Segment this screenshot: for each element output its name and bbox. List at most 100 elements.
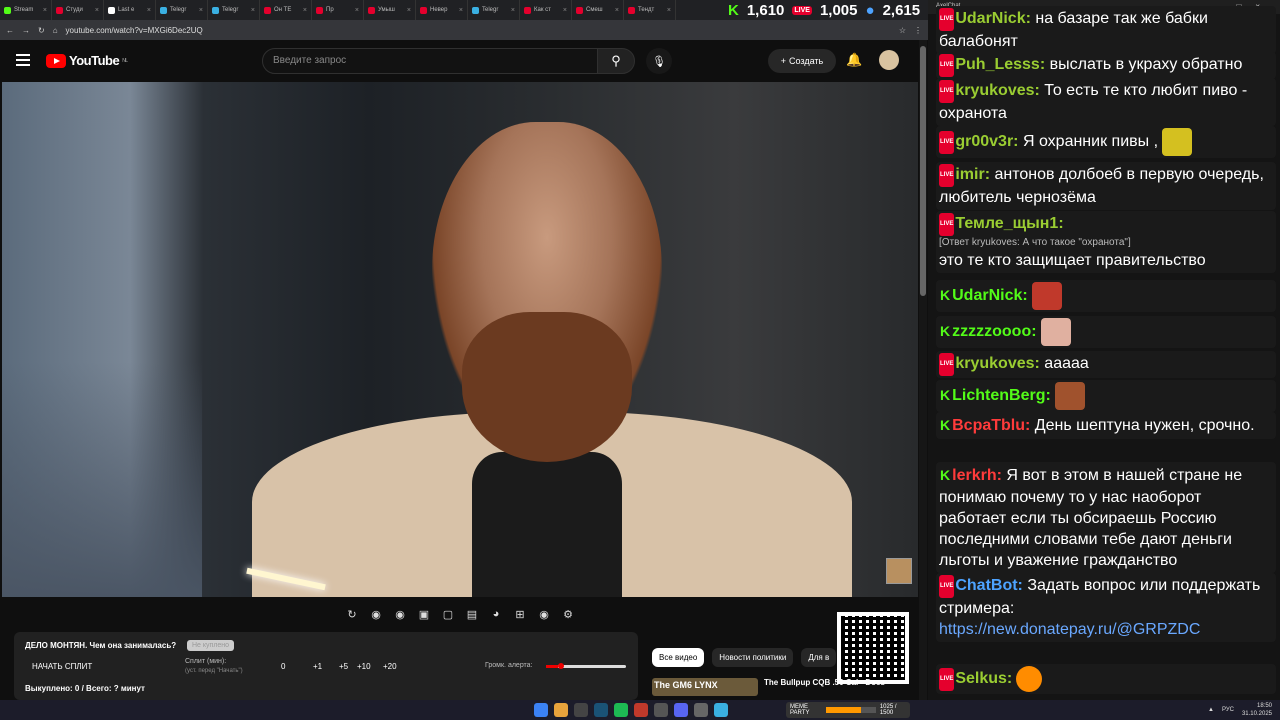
start-split-button[interactable]: НАЧАТЬ СПЛИТ [32,662,92,671]
browser-tab[interactable]: Невер × [416,0,468,20]
browser-tab[interactable]: Telegr × [208,0,260,20]
video-thumbnail[interactable]: The GM6 LYNX [652,678,758,696]
star-icon[interactable]: ☆ [899,26,906,35]
video-player[interactable] [2,82,918,597]
close-icon[interactable]: × [43,7,47,14]
chat-nick[interactable]: ChatBot: [955,577,1023,594]
url-text[interactable]: youtube.com/watch?v=MXGi6Dec2UQ [66,26,891,35]
chrome-icon[interactable] [554,703,568,717]
chat-nick[interactable]: ВсраТblu: [952,417,1030,434]
browser-tab[interactable]: Смеш × [572,0,624,20]
telegram-icon[interactable] [714,703,728,717]
lang-indicator[interactable]: РУС [1222,707,1234,713]
search-input[interactable]: Введите запрос [262,48,598,74]
channel-watermark[interactable] [886,558,912,584]
close-icon[interactable]: × [147,7,151,14]
picture-icon[interactable]: ▢ [440,608,456,621]
chat-nick[interactable]: zzzzzoooo: [952,323,1036,340]
browser-tab[interactable]: Тендт × [624,0,676,20]
chat-nick[interactable]: UdarNick: [952,287,1028,304]
page-scrollbar[interactable] [919,40,927,700]
chip-politics[interactable]: Новости политики [712,648,794,667]
create-button[interactable]: + Создать [768,49,836,73]
back-icon[interactable]: ← [6,26,14,35]
browser-tab[interactable]: Умыш × [364,0,416,20]
chip-for-you[interactable]: Для в [801,648,837,667]
close-icon[interactable]: × [459,7,463,14]
clapper-icon[interactable]: ▣ [416,608,432,621]
live-badge: LIVE [792,5,812,15]
bell-icon[interactable]: 🔔 [846,52,862,68]
increment-1-button[interactable]: +1 [313,662,322,671]
voice-search-button[interactable]: 🎙 [646,48,672,74]
browser-tab[interactable]: Last e × [104,0,156,20]
browser-tab[interactable]: Telegr × [156,0,208,20]
windows-start-icon[interactable] [534,703,548,717]
menu-icon[interactable] [16,54,30,66]
scrollbar-thumb[interactable] [920,46,926,296]
chat-nick[interactable]: lerkrh: [952,467,1002,484]
close-icon[interactable]: × [303,7,307,14]
address-bar[interactable]: ← → ↻ ⌂ youtube.com/watch?v=MXGi6Dec2UQ … [0,20,928,40]
steam-icon[interactable] [594,703,608,717]
browser-tab[interactable]: Как ст × [520,0,572,20]
increment-5-button[interactable]: +5 [339,662,348,671]
chat-nick[interactable]: kryukoves: [955,82,1040,99]
app2-icon[interactable] [654,703,668,717]
close-icon[interactable]: × [95,7,99,14]
chat-nick[interactable]: imir: [955,166,990,183]
close-icon[interactable]: × [355,7,359,14]
chat-nick[interactable]: Selkus: [955,670,1012,687]
volume-knob[interactable] [558,663,564,669]
video-title[interactable]: The Bullpup CQB .50 Cal - Does [764,678,885,698]
close-icon[interactable]: × [511,7,515,14]
increment-10-button[interactable]: +10 [357,662,371,671]
donate-link[interactable]: https://new.donatepay.ru/@GRPZDC [939,621,1200,638]
obs-icon[interactable] [634,703,648,717]
browser-tab[interactable]: Stream × [0,0,52,20]
chat-nick[interactable]: LichtenBerg: [952,387,1051,404]
close-icon[interactable]: × [563,7,567,14]
increment-20-button[interactable]: +20 [383,662,397,671]
youtube-logo[interactable]: YouTube NL [46,53,128,68]
reload-icon[interactable]: ↻ [38,26,45,35]
app-icon[interactable] [574,703,588,717]
menu-dots-icon[interactable]: ⋮ [914,26,922,35]
browser-tab[interactable]: Пр × [312,0,364,20]
volume-slider[interactable] [546,663,626,669]
spotify-icon[interactable] [614,703,628,717]
home-icon[interactable]: ⌂ [53,26,58,35]
chat-nick[interactable]: gr00v3r: [955,133,1018,150]
close-icon[interactable]: × [667,7,671,14]
search-button[interactable]: ⚲ [597,48,635,74]
broadcast-icon[interactable]: ◉ [368,608,384,621]
clock[interactable]: 18:50 31.10.2025 [1242,702,1272,718]
discord-icon[interactable] [674,703,688,717]
chat-nick[interactable]: kryukoves: [955,355,1040,372]
browser-tab[interactable]: Telegr × [468,0,520,20]
gear-icon[interactable]: ⚙ [560,608,576,621]
app3-icon[interactable] [694,703,708,717]
network-icon[interactable]: ▲ [1208,707,1214,713]
avatar[interactable] [879,50,899,70]
speed-icon[interactable]: ◕ [488,608,504,620]
close-icon[interactable]: × [199,7,203,14]
browser-tab[interactable]: Он ТЕ × [260,0,312,20]
browser-tab[interactable]: Студи × [52,0,104,20]
eye-icon[interactable]: ◉ [392,608,408,621]
recommended-video[interactable]: The GM6 LYNX The Bullpup CQB .50 Cal - D… [652,678,902,698]
film-icon[interactable]: ▤ [464,608,480,621]
chat-nick[interactable]: Темле_щын1: [955,215,1063,232]
close-icon[interactable]: × [251,7,255,14]
add-icon[interactable]: ⊞ [512,608,528,621]
camera-icon[interactable]: ◉ [536,608,552,621]
chat-nick[interactable]: UdarNick: [955,10,1031,27]
chip-all[interactable]: Все видео [652,648,705,667]
split-value-input[interactable]: 0 [281,662,285,671]
chat-message: Klerkrh: Я вот в этом в нашей стране не … [936,462,1276,573]
chat-nick[interactable]: Puh_Lesss: [955,56,1045,73]
loop-icon[interactable]: ↻ [344,608,360,621]
close-icon[interactable]: × [615,7,619,14]
forward-icon[interactable]: → [22,26,30,35]
close-icon[interactable]: × [407,7,411,14]
